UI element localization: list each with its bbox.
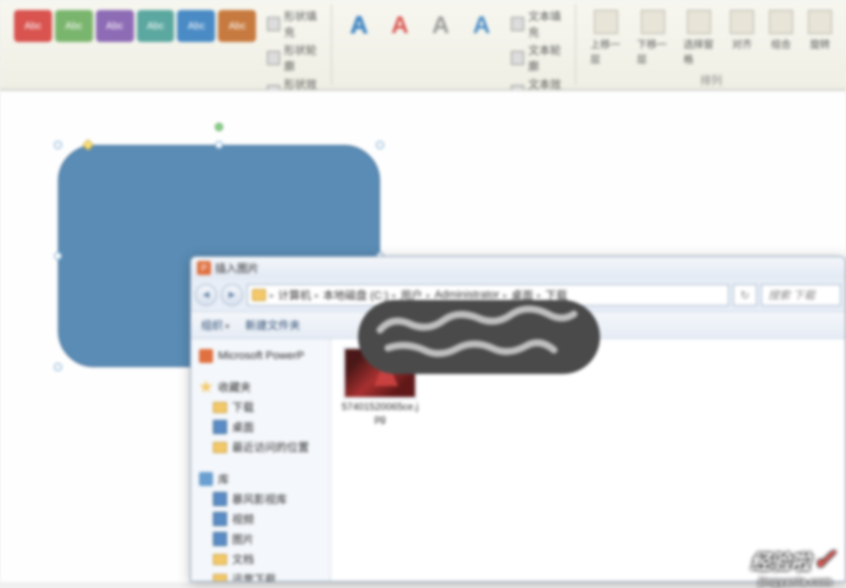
- wordart-preset[interactable]: A: [463, 8, 501, 44]
- check-icon: ✓: [813, 543, 836, 576]
- resize-handle[interactable]: [54, 252, 62, 260]
- sidebar-item-powerpoint[interactable]: Microsoft PowerP: [191, 347, 330, 365]
- folder-icon: [213, 402, 227, 413]
- dialog-title: 插入图片: [215, 260, 259, 276]
- wordart-preset[interactable]: A: [340, 8, 378, 44]
- align-button[interactable]: 对齐: [724, 6, 760, 55]
- shape-style-preset[interactable]: Abc: [96, 10, 134, 42]
- sidebar-item-desktop[interactable]: 桌面: [191, 417, 330, 437]
- folder-icon: [213, 574, 227, 583]
- text-fill-icon: [511, 17, 524, 31]
- group-icon: [769, 10, 793, 34]
- document-icon: [213, 554, 227, 565]
- group-button[interactable]: 组合: [763, 6, 799, 55]
- text-fill-button[interactable]: 文本填充: [511, 8, 567, 40]
- picture-icon: [213, 532, 227, 546]
- watermark: 经验啦✓ jingyanla.com: [751, 543, 836, 576]
- text-outline-icon: [511, 51, 524, 65]
- bring-forward-icon: [594, 10, 618, 34]
- video-icon: [213, 512, 227, 526]
- resize-handle[interactable]: [54, 363, 62, 371]
- organize-button[interactable]: 组织: [201, 317, 229, 333]
- sidebar-item-recent[interactable]: 最近访问的位置: [191, 437, 330, 457]
- bucket-icon: [267, 17, 280, 31]
- sidebar-item-documents[interactable]: 文档: [191, 549, 330, 569]
- pencil-icon: [267, 51, 280, 65]
- selection-pane-icon: [687, 10, 711, 34]
- rotate-icon: [808, 10, 832, 34]
- shape-style-preset[interactable]: Abc: [137, 10, 175, 42]
- send-backward-button[interactable]: 下移一层: [631, 6, 675, 70]
- new-folder-button[interactable]: 新建文件夹: [245, 317, 300, 333]
- align-icon: [730, 10, 754, 34]
- desktop-icon: [213, 420, 227, 434]
- bring-forward-button[interactable]: 上移一层: [584, 6, 628, 70]
- video-icon: [213, 492, 227, 506]
- ribbon-tab-format: Abc Abc Abc Abc Abc Abc 形状填充 形状轮廓 形状效果 形…: [0, 0, 846, 90]
- wordart-preset[interactable]: A: [422, 8, 460, 44]
- star-icon: [199, 380, 213, 394]
- shape-style-preset[interactable]: Abc: [218, 10, 256, 42]
- recent-icon: [213, 442, 227, 453]
- resize-handle[interactable]: [54, 141, 62, 149]
- ribbon-group-wordart-styles: A A A A 文本填充 文本轮廓 文本效果 艺术字样式: [332, 4, 576, 85]
- selection-pane-button[interactable]: 选择窗格: [677, 6, 721, 70]
- library-icon: [199, 472, 213, 486]
- dialog-body: Microsoft PowerP 收藏夹 下载 桌面 最近访问的位置 库 暴风影…: [191, 339, 845, 582]
- resize-handle[interactable]: [376, 141, 384, 149]
- powerpoint-icon: [199, 349, 213, 363]
- shape-fill-button[interactable]: 形状填充: [267, 8, 323, 40]
- sidebar-item-xunlei[interactable]: 迅雷下载: [191, 569, 330, 582]
- sidebar-item-pictures[interactable]: 图片: [191, 529, 330, 549]
- wordart-preset[interactable]: A: [381, 8, 419, 44]
- sidebar-header-favorites[interactable]: 收藏夹: [191, 377, 330, 397]
- sidebar-item-video-lib[interactable]: 暴风影视库: [191, 489, 330, 509]
- forward-button[interactable]: ►: [221, 284, 243, 306]
- resize-handle[interactable]: [215, 141, 223, 149]
- back-button[interactable]: ◄: [195, 284, 217, 306]
- shape-style-preset[interactable]: Abc: [55, 10, 93, 42]
- dialog-sidebar: Microsoft PowerP 收藏夹 下载 桌面 最近访问的位置 库 暴风影…: [191, 339, 331, 582]
- dialog-titlebar[interactable]: P 插入图片: [191, 257, 845, 279]
- ribbon-group-arrange: 上移一层 下移一层 选择窗格 对齐 组合 旋转 排列: [576, 4, 846, 85]
- shape-outline-button[interactable]: 形状轮廓: [267, 42, 323, 74]
- sidebar-item-downloads[interactable]: 下载: [191, 397, 330, 417]
- text-outline-button[interactable]: 文本轮廓: [511, 42, 567, 74]
- shape-style-preset[interactable]: Abc: [14, 10, 52, 42]
- file-name-label: 57401520065ce.jpg: [341, 402, 419, 426]
- sidebar-header-libraries[interactable]: 库: [191, 469, 330, 489]
- redaction-annotation: [358, 300, 600, 374]
- breadcrumb-segment[interactable]: 计算机: [278, 287, 311, 303]
- powerpoint-icon: P: [197, 261, 211, 275]
- ribbon-group-label: 排列: [584, 70, 838, 90]
- refresh-button[interactable]: ↻: [733, 284, 757, 306]
- sidebar-item-videos[interactable]: 视频: [191, 509, 330, 529]
- folder-icon: [252, 289, 266, 301]
- rotate-button[interactable]: 旋转: [802, 6, 838, 55]
- rotation-handle[interactable]: [215, 123, 223, 131]
- ribbon-group-shape-styles: Abc Abc Abc Abc Abc Abc 形状填充 形状轮廓 形状效果 形…: [0, 4, 332, 85]
- search-input[interactable]: 搜索 下载: [761, 284, 841, 306]
- shape-style-preset[interactable]: Abc: [177, 10, 215, 42]
- send-backward-icon: [641, 10, 665, 34]
